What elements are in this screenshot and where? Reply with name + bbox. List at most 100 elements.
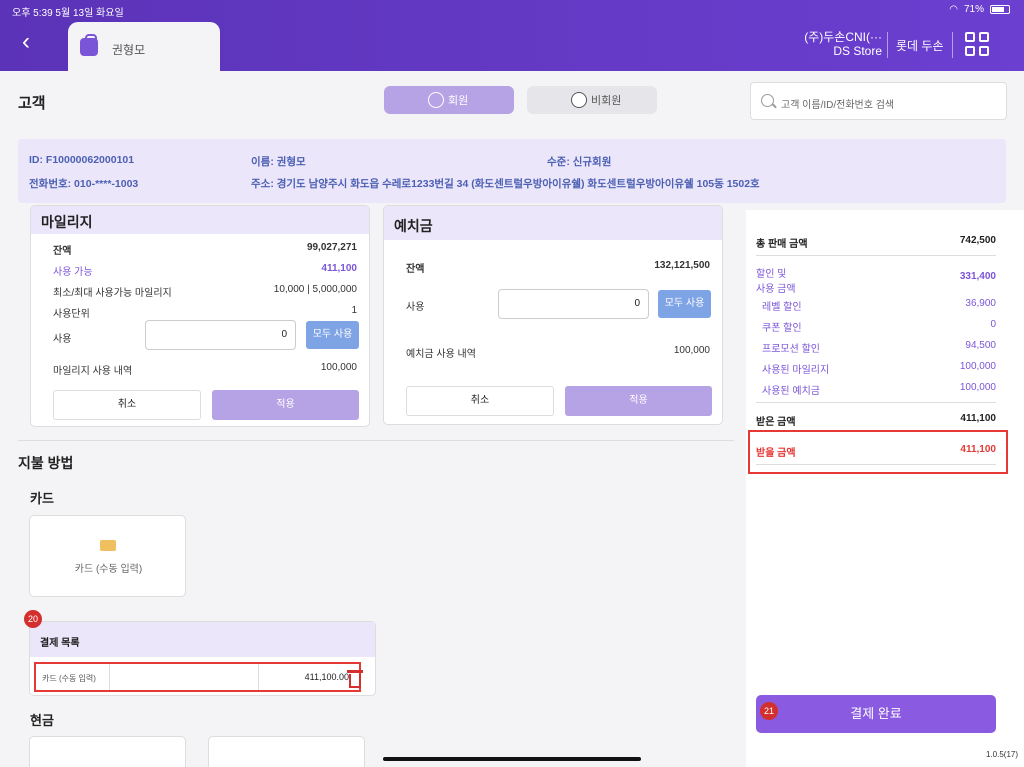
promo-label: 프로모션 할인 (762, 344, 820, 355)
status-bar: 오후 5:39 5월 13일 화요일 ◠ 71% (0, 0, 1024, 19)
mileage-minmax: 10,000 | 5,000,000 (273, 284, 357, 295)
search-placeholder: 고객 이름/ID/전화번호 검색 (781, 100, 895, 111)
received-value: 411,100 (960, 413, 996, 424)
deposit-balance-label: 잔액 (406, 264, 425, 275)
used-deposit-label: 사용된 예치금 (762, 386, 820, 397)
back-arrow-icon[interactable]: ‹ (22, 30, 42, 54)
mileage-use-label: 사용 (53, 334, 72, 345)
section-divider (18, 440, 734, 441)
deposit-history-label: 예치금 사용 내역 (406, 349, 476, 360)
card-manual-label: 카드 (수동 입력) (74, 564, 143, 575)
grid-menu-icon[interactable] (965, 32, 989, 56)
customer-info-panel: ID: F10000062000101 이름: 권형모 수준: 신규회원 전화번… (18, 139, 1006, 203)
step-badge: 20 (24, 610, 42, 628)
payment-method-title: 지불 방법 (18, 455, 74, 471)
mileage-card: 마일리지 잔액 99,027,271 사용 가능 411,100 최소/최대 사… (30, 205, 370, 427)
mileage-use-all-button[interactable]: 모두 사용 (306, 321, 359, 349)
divider (756, 402, 996, 403)
card-manual-button[interactable]: 카드 (수동 입력) (29, 515, 186, 597)
wifi-icon: ◠ (949, 4, 958, 15)
customer-name: 이름: 권형모 (251, 156, 306, 168)
company-line-1: (주)두손CNI(··· (804, 30, 882, 44)
deposit-use-all-button[interactable]: 모두 사용 (658, 290, 711, 318)
tab-customer[interactable]: 권형모 (68, 22, 220, 72)
store-name[interactable]: 롯데 두손 (896, 37, 944, 54)
cash-option-button[interactable] (208, 736, 365, 767)
tab-label: 권형모 (112, 43, 146, 57)
divider (756, 255, 996, 256)
deposit-title: 예치금 (384, 206, 722, 240)
mileage-minmax-label: 최소/최대 사용가능 마일리지 (53, 288, 172, 299)
member-toggle[interactable]: 회원 (384, 86, 514, 114)
customer-search-input[interactable]: 고객 이름/ID/전화번호 검색 (750, 82, 1007, 120)
level-discount-label: 레벨 할인 (762, 302, 802, 313)
mileage-available: 411,100 (321, 263, 357, 274)
promo-value: 94,500 (965, 340, 996, 351)
customer-address: 주소: 경기도 남양주시 화도읍 수레로1233번길 34 (화도센트럴우방아이… (251, 178, 760, 190)
mileage-use-input[interactable]: 0 (145, 320, 296, 350)
divider (952, 32, 953, 58)
nonmember-toggle[interactable]: 비회원 (527, 86, 657, 114)
battery-percent: 71% (963, 4, 984, 15)
payment-list: 결제 목록 카드 (수동 입력) 411,100.00 (29, 621, 376, 696)
home-indicator[interactable] (383, 757, 641, 761)
company-line-2: DS Store (833, 44, 882, 58)
mileage-unit-label: 사용단위 (53, 309, 90, 320)
status-right: ◠ 71% (949, 4, 1010, 15)
cash-option-button[interactable] (29, 736, 186, 767)
discount-value: 331,400 (959, 271, 996, 282)
deposit-card: 예치금 잔액 132,121,500 사용 0 모두 사용 예치금 사용 내역 … (383, 205, 723, 425)
mileage-apply-button[interactable]: 적용 (212, 390, 359, 420)
payment-row-amount: 411,100.00 (258, 664, 359, 690)
credit-card-icon (100, 540, 116, 551)
payment-row[interactable]: 카드 (수동 입력) 411,100.00 (34, 662, 361, 692)
card-section-title: 카드 (30, 491, 54, 506)
mileage-balance: 99,027,271 (306, 242, 357, 253)
mileage-cancel-button[interactable]: 취소 (53, 390, 201, 420)
mileage-history: 100,000 (320, 362, 357, 373)
level-discount-value: 36,900 (965, 298, 996, 309)
nonmember-label: 비회원 (591, 95, 622, 107)
radio-icon (571, 92, 587, 108)
trash-icon[interactable] (347, 670, 363, 688)
payment-complete-button[interactable]: 결제 완료 (756, 695, 996, 733)
mileage-unit: 1 (351, 305, 357, 316)
cash-section-title: 현금 (30, 713, 54, 728)
deposit-apply-button[interactable]: 적용 (565, 386, 712, 416)
deposit-use-label: 사용 (406, 302, 425, 313)
used-mileage-label: 사용된 마일리지 (762, 365, 830, 376)
mileage-available-label: 사용 가능 (53, 267, 93, 278)
used-deposit-value: 100,000 (959, 382, 996, 393)
app-header: 오후 5:39 5월 13일 화요일 ◠ 71% ‹ 권형모 (주)두손CNI(… (0, 0, 1024, 72)
customer-level: 수준: 신규회원 (547, 156, 612, 168)
search-icon (761, 94, 774, 107)
radio-icon (428, 92, 444, 108)
customer-phone: 전화번호: 010-****-1003 (29, 178, 139, 190)
coupon-label: 쿠폰 할인 (762, 323, 802, 334)
summary-discount: 할인 및 사용 금액 331,400 (756, 265, 996, 295)
company-name[interactable]: (주)두손CNI(··· DS Store (770, 30, 882, 58)
deposit-cancel-button[interactable]: 취소 (406, 386, 554, 416)
to-receive-highlight (748, 430, 1008, 474)
discount-label: 할인 및 사용 금액 (756, 269, 796, 295)
payment-row-method: 카드 (수동 입력) (36, 664, 110, 690)
payment-list-title: 결제 목록 (30, 622, 375, 657)
app-version: 1.0.5(17) (986, 750, 1019, 759)
battery-icon (990, 5, 1010, 14)
customer-title: 고객 (18, 95, 46, 112)
used-mileage-value: 100,000 (959, 361, 996, 372)
mileage-title: 마일리지 (31, 206, 369, 234)
deposit-use-input[interactable]: 0 (498, 289, 649, 319)
shopping-bag-icon (80, 34, 98, 56)
step-badge: 21 (760, 702, 778, 720)
deposit-history: 100,000 (673, 345, 710, 356)
total-value: 742,500 (959, 235, 996, 246)
deposit-balance: 132,121,500 (654, 260, 710, 271)
customer-id: ID: F10000062000101 (29, 154, 135, 166)
mileage-balance-label: 잔액 (53, 246, 72, 257)
coupon-value: 0 (990, 319, 996, 330)
summary-panel: 총 판매 금액 742,500 할인 및 사용 금액 331,400 레벨 할인 … (746, 210, 1024, 767)
received-label: 받은 금액 (756, 417, 796, 428)
member-label: 회원 (448, 95, 469, 107)
status-time: 오후 5:39 5월 13일 화요일 (12, 8, 124, 19)
